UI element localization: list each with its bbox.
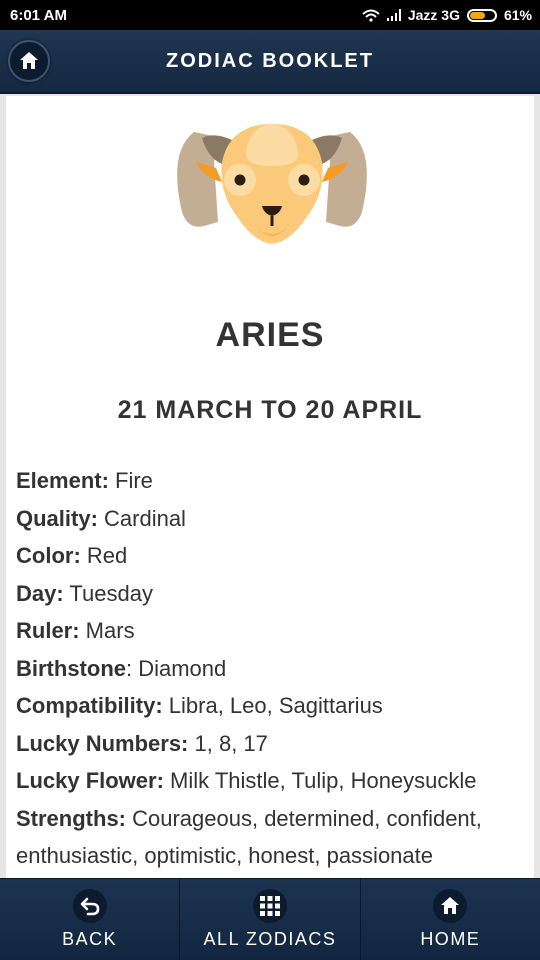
status-time: 6:01 AM xyxy=(10,6,67,24)
header-home-button[interactable] xyxy=(8,40,50,82)
grid-icon xyxy=(259,896,280,916)
detail-row-ruler: Ruler: Mars xyxy=(16,612,528,650)
all-zodiacs-label: ALL ZODIACS xyxy=(203,929,337,949)
detail-row-lucky-flower: Lucky Flower: Milk Thistle, Tulip, Honey… xyxy=(16,762,528,800)
detail-value: : Diamond xyxy=(126,655,227,681)
signal-icon xyxy=(386,9,401,21)
detail-value: Tuesday xyxy=(63,580,153,606)
sign-name: ARIES xyxy=(215,316,325,354)
detail-row-lucky-numbers: Lucky Numbers: 1, 8, 17 xyxy=(16,725,528,763)
wifi-icon xyxy=(362,9,380,22)
back-label: BACK xyxy=(62,929,118,949)
detail-row-compatibility: Compatibility: Libra, Leo, Sagittarius xyxy=(16,687,528,725)
home-button[interactable]: HOME xyxy=(361,879,540,960)
detail-value: Milk Thistle, Tulip, Honeysuckle xyxy=(163,768,477,793)
detail-row-quality: Quality: Cardinal xyxy=(16,500,528,538)
carrier-label: Jazz 3G xyxy=(407,7,460,23)
app-title: ZODIAC BOOKLET xyxy=(166,49,374,72)
back-arrow-icon xyxy=(80,897,99,916)
status-bar: 6:01 AM Jazz 3G 61% xyxy=(0,0,540,30)
home-icon xyxy=(20,52,38,69)
detail-value: Red xyxy=(80,543,128,568)
bottom-nav: BACK ALL ZODIACS HOME xyxy=(0,878,540,960)
sign-detail-panel: ARIES 21 MARCH TO 20 APRIL Element: Fire… xyxy=(6,96,534,878)
grid-icon-circle xyxy=(252,889,287,923)
detail-row-day: Day: Tuesday xyxy=(16,575,528,613)
detail-row-element: Element: Fire xyxy=(16,462,528,500)
back-button[interactable]: BACK xyxy=(0,879,181,960)
detail-value: Fire xyxy=(108,468,153,493)
detail-label: Lucky Numbers: xyxy=(16,730,189,756)
detail-label: Quality: xyxy=(16,505,98,531)
detail-value: Libra, Leo, Sagittarius xyxy=(162,693,383,718)
sign-date-range: 21 MARCH TO 20 APRIL xyxy=(117,396,423,424)
detail-row-strengths: Strengths: Courageous, determined, confi… xyxy=(16,800,528,875)
battery-fill xyxy=(469,11,485,19)
detail-label: Compatibility: xyxy=(16,693,163,718)
home-icon xyxy=(441,897,460,914)
battery-percent: 61% xyxy=(503,7,532,23)
detail-value: 1, 8, 17 xyxy=(188,730,268,756)
detail-label: Lucky Flower: xyxy=(16,768,164,793)
all-zodiacs-button[interactable]: ALL ZODIACS xyxy=(180,879,361,960)
detail-label: Ruler: xyxy=(16,618,80,643)
back-icon-circle xyxy=(72,889,107,923)
aries-ram-icon xyxy=(174,122,370,252)
detail-value: Cardinal xyxy=(97,505,186,531)
battery-icon xyxy=(466,8,497,22)
detail-label: Strengths: xyxy=(16,805,126,831)
detail-label: Element: xyxy=(16,468,109,493)
detail-value: Mars xyxy=(79,618,135,643)
home-label: HOME xyxy=(420,929,481,949)
detail-row-color: Color: Red xyxy=(16,537,528,575)
detail-label: Day: xyxy=(16,580,64,606)
detail-row-birthstone: Birthstone: Diamond xyxy=(16,650,528,688)
sign-details-list: Element: Fire Quality: Cardinal Color: R… xyxy=(16,462,528,875)
detail-label: Birthstone xyxy=(16,655,126,681)
home-icon-circle xyxy=(433,889,468,923)
detail-label: Color: xyxy=(16,543,81,568)
status-indicators: Jazz 3G 61% xyxy=(362,7,532,23)
app-bar: ZODIAC BOOKLET xyxy=(0,30,540,94)
